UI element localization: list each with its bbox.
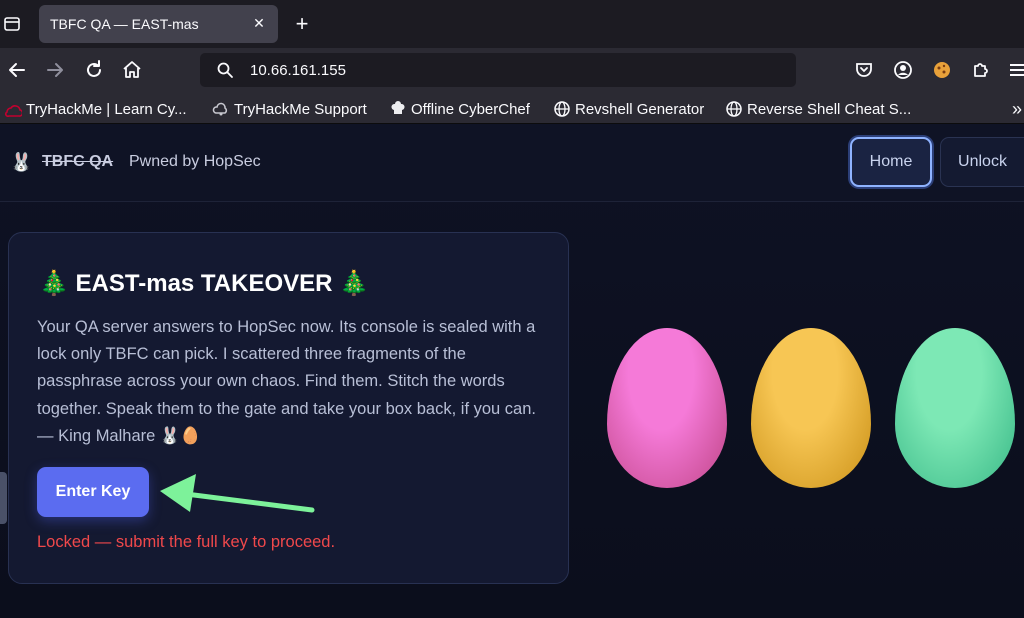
bookmark-offline-cyberchef[interactable]: Offline CyberChef <box>389 99 530 119</box>
bookmark-revshell-generator[interactable]: Revshell Generator <box>553 99 704 119</box>
tab-overview-icon[interactable] <box>2 14 22 34</box>
bookmark-label: TryHackMe Support <box>234 100 367 118</box>
web-page: 🐰 TBFC QA Pwned by HopSec Home Unlock 🎄 … <box>0 124 1024 618</box>
extensions-icon[interactable] <box>969 58 993 82</box>
home-icon[interactable] <box>120 58 144 82</box>
new-tab-icon[interactable]: + <box>292 13 312 35</box>
pink-egg <box>607 328 727 488</box>
account-icon[interactable] <box>891 58 915 82</box>
brand-name[interactable]: TBFC QA <box>42 153 113 171</box>
bookmark-tryhackme[interactable]: TryHackMe | Learn Cy... <box>4 99 187 119</box>
cookie-extension-icon[interactable] <box>930 58 954 82</box>
browser-tab[interactable]: TBFC QA — EAST-mas ✕ <box>39 5 278 43</box>
nav-unlock-button[interactable]: Unlock <box>940 137 1024 187</box>
tryhackme-icon <box>4 100 24 118</box>
navigation-bar: 10.66.161.155 <box>0 48 1024 94</box>
chef-hat-icon <box>389 100 407 118</box>
bookmark-label: TryHackMe | Learn Cy... <box>26 100 187 118</box>
sidebar-handle[interactable] <box>0 472 7 524</box>
url-text: 10.66.161.155 <box>250 62 346 79</box>
site-header: 🐰 TBFC QA Pwned by HopSec Home Unlock <box>0 124 1024 202</box>
annotation-arrow <box>160 474 315 513</box>
pocket-icon[interactable] <box>852 58 876 82</box>
url-bar[interactable]: 10.66.161.155 <box>200 53 796 87</box>
bookmark-label: Offline CyberChef <box>411 100 530 118</box>
bookmark-label: Reverse Shell Cheat S... <box>747 100 912 118</box>
browser-chrome: TBFC QA — EAST-mas ✕ + 10.66.161.155 Try… <box>0 0 1024 124</box>
tab-title: TBFC QA — EAST-mas <box>50 16 199 32</box>
search-icon <box>216 61 234 79</box>
bookmarks-overflow-icon[interactable]: » <box>1012 99 1022 119</box>
card-title: 🎄 EAST-mas TAKEOVER 🎄 <box>39 270 370 297</box>
green-egg <box>895 328 1015 488</box>
rabbit-logo-icon: 🐰 <box>10 152 33 172</box>
globe-icon <box>553 100 571 118</box>
reload-icon[interactable] <box>82 58 106 82</box>
cloud-icon <box>212 100 230 118</box>
bookmark-tryhackme-support[interactable]: TryHackMe Support <box>212 99 367 119</box>
bookmark-label: Revshell Generator <box>575 100 705 118</box>
yellow-egg <box>751 328 871 488</box>
bookmarks-toolbar: TryHackMe | Learn Cy... TryHackMe Suppor… <box>0 94 1024 124</box>
back-icon[interactable] <box>5 58 29 82</box>
brand-tagline: Pwned by HopSec <box>129 153 261 170</box>
tab-close-icon[interactable]: ✕ <box>250 14 268 32</box>
nav-home-button[interactable]: Home <box>850 137 932 187</box>
lock-status-message: Locked — submit the full key to proceed. <box>37 533 336 551</box>
forward-icon[interactable] <box>43 58 67 82</box>
bookmark-reverse-shell-cheat-sheet[interactable]: Reverse Shell Cheat S... <box>725 99 911 119</box>
globe-icon <box>725 100 743 118</box>
menu-icon[interactable] <box>1006 58 1024 82</box>
enter-key-button[interactable]: Enter Key <box>37 467 149 517</box>
takeover-card: 🎄 EAST-mas TAKEOVER 🎄 Your QA server ans… <box>8 232 569 584</box>
card-message: Your QA server answers to HopSec now. It… <box>37 318 536 445</box>
tab-strip: TBFC QA — EAST-mas ✕ + <box>0 0 1024 48</box>
